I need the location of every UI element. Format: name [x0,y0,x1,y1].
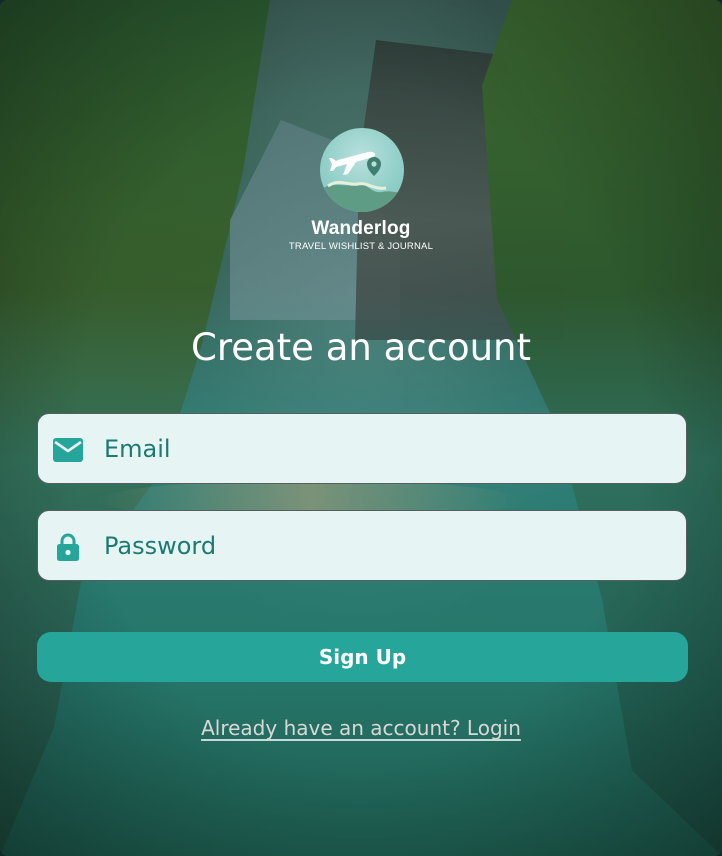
sign-up-button[interactable]: Sign Up [37,632,688,682]
mail-icon [52,435,84,465]
page-title: Create an account [191,326,531,369]
login-link[interactable]: Already have an account? Login [0,716,722,740]
email-input[interactable] [104,414,664,483]
signup-content: Wanderlog TRAVEL WISHLIST & JOURNAL Crea… [0,0,722,856]
signup-screen: Wanderlog TRAVEL WISHLIST & JOURNAL Crea… [0,0,722,856]
password-field[interactable] [37,510,687,581]
brand-tagline: TRAVEL WISHLIST & JOURNAL [288,241,434,252]
lock-icon [52,532,84,562]
brand-name: Wanderlog [311,218,411,239]
email-field[interactable] [37,413,687,484]
airplane-map-pin-icon [320,128,404,212]
password-input[interactable] [104,511,664,580]
